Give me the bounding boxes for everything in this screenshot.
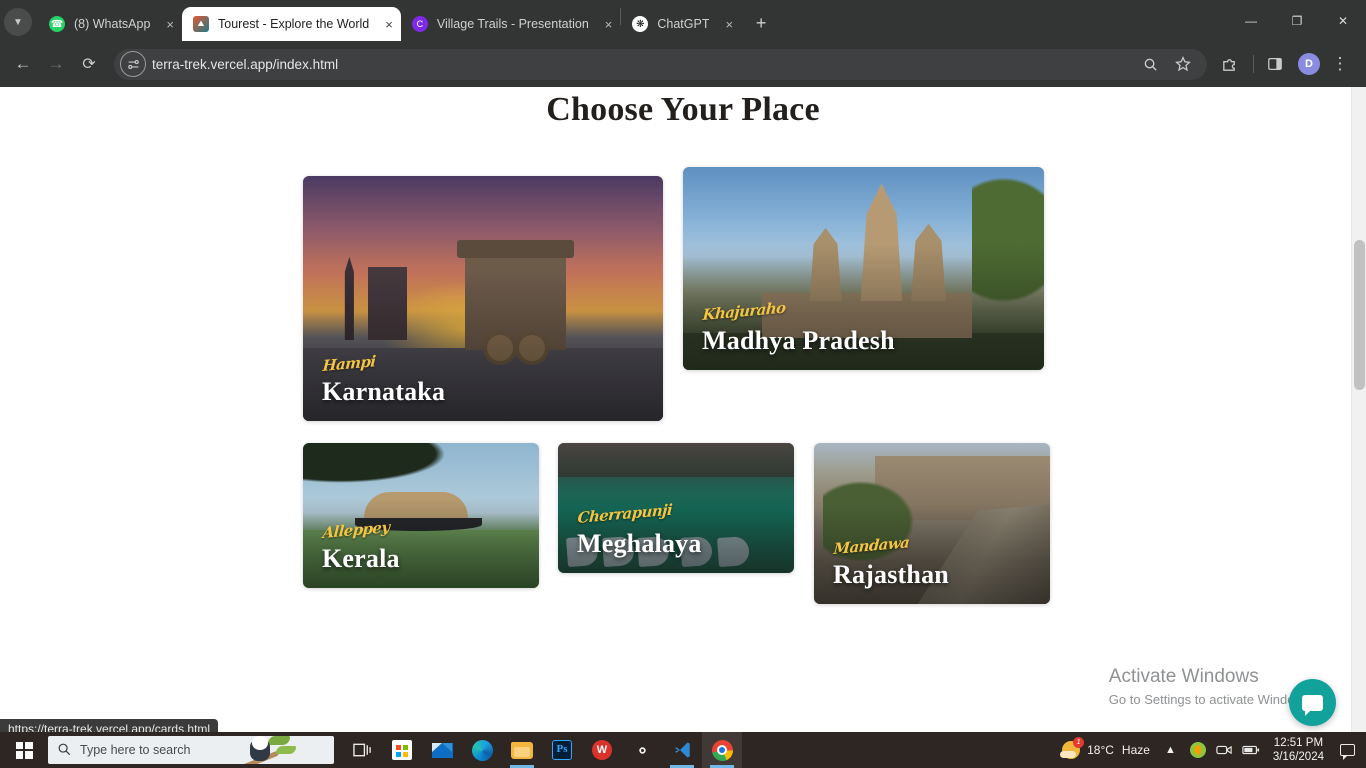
destination-card-rajasthan[interactable]: Mandawa Rajasthan	[814, 443, 1050, 604]
destination-card-karnataka[interactable]: Hampi Karnataka	[303, 176, 663, 421]
minimize-button[interactable]: —	[1228, 0, 1274, 41]
tab-title: (8) WhatsApp	[74, 17, 151, 31]
action-center-icon[interactable]	[1332, 732, 1362, 768]
canva-icon: C	[411, 16, 428, 32]
destination-card-meghalaya[interactable]: Cherrapunji Meghalaya	[558, 443, 794, 573]
browser-tab-whatsapp[interactable]: ☎ (8) WhatsApp ×	[38, 7, 182, 41]
taskbar-apps: Ps W	[342, 732, 742, 768]
page-title: Choose Your Place	[546, 91, 820, 128]
tray-security-shield-icon[interactable]	[1185, 742, 1211, 758]
side-panel-icon[interactable]	[1260, 49, 1290, 79]
card-caption: Hampi Karnataka	[322, 352, 446, 407]
maximize-button[interactable]: ❐	[1274, 0, 1320, 41]
chat-bubble-glyph	[1302, 694, 1323, 716]
extensions-icon[interactable]	[1214, 49, 1244, 79]
weather-condition: Haze	[1121, 743, 1150, 757]
weather-badge-count: 1	[1073, 737, 1085, 748]
card-title: Meghalaya	[577, 529, 702, 558]
destination-card-madhya-pradesh[interactable]: Khajuraho Madhya Pradesh	[683, 167, 1044, 370]
browser-window: ▼ ☎ (8) WhatsApp × ⛰ Tourest - Explore t…	[0, 0, 1366, 768]
chatgpt-icon: ❋	[632, 16, 649, 32]
browser-tab-chatgpt[interactable]: ❋ ChatGPT ×	[621, 7, 741, 41]
destination-cards-grid: Hampi Karnataka Khajuraho Madhya Pradesh	[303, 167, 1063, 604]
weather-temperature: 18°C	[1087, 743, 1114, 757]
taskbar-settings-gear-icon[interactable]	[622, 732, 662, 768]
taskbar-file-explorer-icon[interactable]	[502, 732, 542, 768]
page-scrollbar[interactable]	[1351, 87, 1366, 732]
tab-close-icon[interactable]: ×	[589, 18, 613, 31]
weather-haze-icon: 1	[1060, 737, 1085, 759]
card-caption: Mandawa Rajasthan	[833, 533, 949, 590]
taskbar-task-view-icon[interactable]	[342, 732, 382, 768]
close-window-button[interactable]: ✕	[1320, 0, 1366, 41]
card-title: Madhya Pradesh	[702, 326, 895, 355]
page-viewport: Choose Your Place Hampi Karnataka Khajur…	[0, 87, 1366, 732]
search-icon	[57, 742, 71, 759]
browser-toolbar: ← → ⟳ terra-trek.vercel.app/index.html D…	[0, 41, 1366, 87]
card-caption: Alleppey Kerala	[322, 518, 400, 574]
scrollbar-thumb[interactable]	[1354, 240, 1365, 390]
taskbar-mail-icon[interactable]	[422, 732, 462, 768]
profile-avatar[interactable]: D	[1298, 53, 1320, 75]
reload-button[interactable]: ⟳	[74, 49, 104, 79]
tab-close-icon[interactable]: ×	[150, 18, 174, 31]
tab-close-icon[interactable]: ×	[369, 18, 393, 31]
card-caption: Khajuraho Madhya Pradesh	[702, 299, 895, 356]
search-placeholder: Type here to search	[80, 743, 191, 757]
taskbar-photoshop-icon[interactable]: Ps	[542, 732, 582, 768]
forward-button[interactable]: →	[41, 49, 71, 79]
card-title: Karnataka	[322, 377, 446, 406]
site-info-tune-icon[interactable]	[120, 51, 146, 77]
tab-close-icon[interactable]: ×	[709, 18, 733, 31]
panda-illustration	[228, 736, 298, 764]
bookmark-star-icon[interactable]	[1168, 49, 1198, 79]
taskbar-microsoft-edge-icon[interactable]	[462, 732, 502, 768]
card-caption: Cherrapunji Meghalaya	[577, 501, 702, 559]
chat-bubble-icon[interactable]	[1289, 679, 1336, 726]
search-icon[interactable]	[1135, 49, 1165, 79]
window-controls: — ❐ ✕	[1228, 0, 1366, 41]
taskbar-vs-code-icon[interactable]	[662, 732, 702, 768]
taskbar-microsoft-store-icon[interactable]	[382, 732, 422, 768]
toolbar-divider	[1253, 55, 1254, 73]
back-button[interactable]: ←	[8, 49, 38, 79]
address-bar[interactable]: terra-trek.vercel.app/index.html	[114, 48, 1207, 80]
toolbar-right-actions: D ⋮	[1214, 49, 1358, 79]
tourest-icon: ⛰	[193, 16, 210, 32]
tab-title: ChatGPT	[657, 17, 710, 31]
cards-row-bottom: Alleppey Kerala Cherrapunji Meghalaya Ma…	[303, 443, 1063, 604]
cards-row-top: Hampi Karnataka Khajuraho Madhya Pradesh	[303, 167, 1063, 421]
tab-strip: ▼ ☎ (8) WhatsApp × ⛰ Tourest - Explore t…	[0, 0, 1366, 41]
tray-camera-icon[interactable]	[1211, 743, 1237, 757]
tray-battery-icon[interactable]	[1237, 744, 1265, 756]
card-title: Kerala	[322, 544, 400, 573]
taskbar-google-chrome-icon[interactable]	[702, 732, 742, 768]
taskbar-clock[interactable]: 12:51 PM 3/16/2024	[1265, 736, 1332, 764]
taskbar-weather-widget[interactable]: 1 18°C Haze	[1056, 737, 1156, 759]
tab-title: Village Trails - Presentation	[436, 17, 589, 31]
browser-tab-village-trails[interactable]: C Village Trails - Presentation ×	[401, 7, 621, 41]
clock-time: 12:51 PM	[1273, 737, 1324, 749]
more-vertical-icon[interactable]: ⋮	[1325, 49, 1355, 79]
taskbar-wps-office-icon[interactable]: W	[582, 732, 622, 768]
clock-date: 3/16/2024	[1272, 751, 1324, 763]
whatsapp-icon: ☎	[49, 16, 65, 32]
new-tab-button[interactable]: +	[747, 9, 775, 37]
destination-card-kerala[interactable]: Alleppey Kerala	[303, 443, 539, 588]
browser-tab-tourest[interactable]: ⛰ Tourest - Explore the World ×	[182, 7, 401, 41]
omnibox-actions	[1135, 49, 1201, 79]
tray-overflow-chevron-up-icon[interactable]: ▲	[1156, 744, 1185, 756]
taskbar-search-input[interactable]: Type here to search	[48, 736, 334, 764]
card-title: Rajasthan	[833, 560, 949, 589]
windows-taskbar: Type here to search Ps W 1 18°C Haze ▲ 1…	[0, 732, 1366, 768]
tab-title: Tourest - Explore the World	[218, 17, 370, 31]
tab-search-chevron-down-icon[interactable]: ▼	[4, 8, 32, 36]
windows-logo-icon[interactable]	[0, 732, 48, 768]
system-tray: 1 18°C Haze ▲ 12:51 PM 3/16/2024	[1056, 732, 1366, 768]
url-text: terra-trek.vercel.app/index.html	[152, 56, 339, 72]
action-center-glyph	[1339, 744, 1355, 760]
